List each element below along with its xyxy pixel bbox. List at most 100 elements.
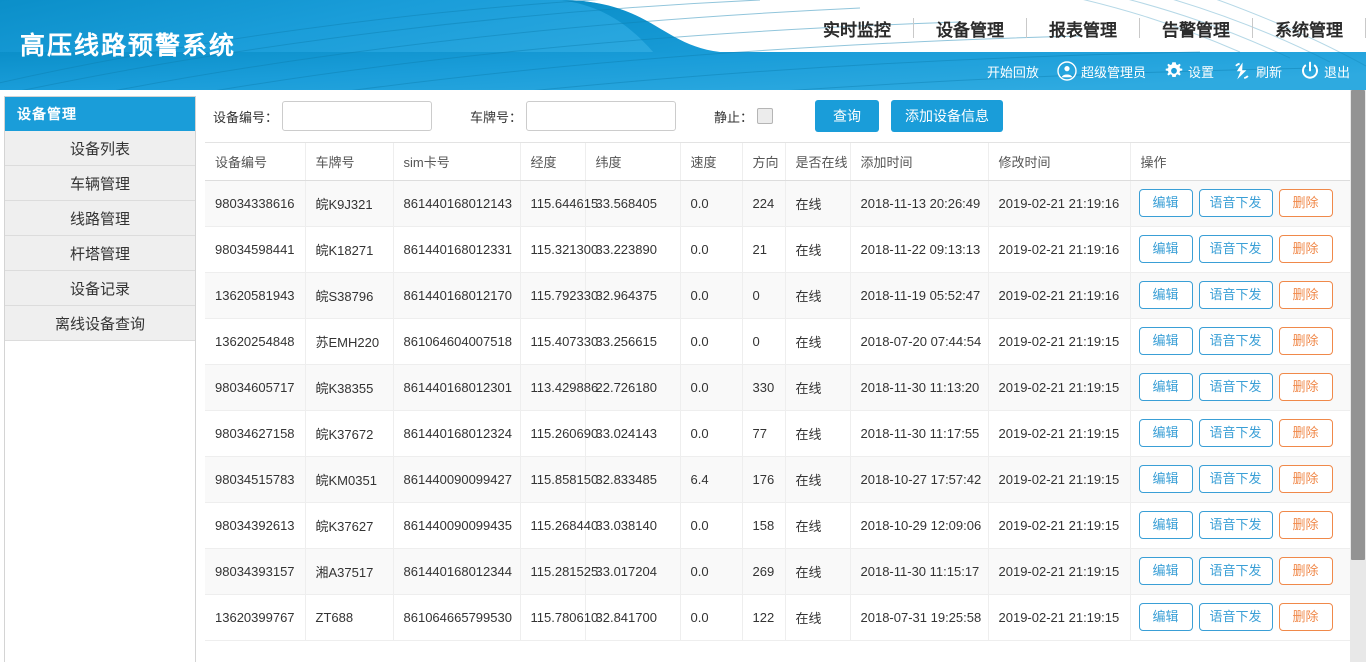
table-row[interactable]: 13620254848苏EMH220861064604007518115.407… [205, 318, 1350, 364]
cell-added-time: 2018-07-31 19:25:58 [850, 594, 988, 640]
nav-item-report[interactable]: 报表管理 [1027, 16, 1139, 41]
cell-plate: 皖S38796 [305, 272, 393, 318]
cell-device-no: 98034605717 [205, 364, 305, 410]
delete-button[interactable]: 删除 [1279, 327, 1333, 355]
delete-button[interactable]: 删除 [1279, 235, 1333, 263]
delete-button[interactable]: 删除 [1279, 281, 1333, 309]
query-button[interactable]: 查询 [815, 100, 879, 132]
cell-modified-time: 2019-02-21 21:19:15 [988, 410, 1130, 456]
cell-online-status: 在线 [785, 594, 850, 640]
nav-item-alarm[interactable]: 告警管理 [1140, 16, 1252, 41]
th-sim[interactable]: sim卡号 [393, 143, 520, 180]
delete-button[interactable]: 删除 [1279, 465, 1333, 493]
sidebar-item-device-records[interactable]: 设备记录 [5, 271, 195, 306]
refresh-button[interactable]: 刷新 [1226, 61, 1288, 81]
edit-button[interactable]: 编辑 [1139, 419, 1193, 447]
cell-sim: 861440168012331 [393, 226, 520, 272]
table-body: 98034338616皖K9J321861440168012143115.644… [205, 180, 1350, 640]
device-no-input[interactable] [282, 101, 432, 131]
edit-button[interactable]: 编辑 [1139, 235, 1193, 263]
operation-buttons: 编辑语音下发删除 [1139, 419, 1351, 447]
table-row[interactable]: 98034392613皖K37627861440090099435115.268… [205, 502, 1350, 548]
logout-button[interactable]: 退出 [1294, 61, 1356, 81]
vertical-scrollbar[interactable] [1350, 90, 1366, 662]
static-checkbox[interactable] [757, 108, 773, 124]
th-added-time[interactable]: 添加时间 [850, 143, 988, 180]
voice-dispatch-button[interactable]: 语音下发 [1199, 557, 1273, 585]
th-online[interactable]: 是否在线 [785, 143, 850, 180]
table-row[interactable]: 98034598441皖K18271861440168012331115.321… [205, 226, 1350, 272]
cell-operations: 编辑语音下发删除 [1130, 456, 1350, 502]
current-user[interactable]: 超级管理员 [1051, 61, 1152, 81]
operation-buttons: 编辑语音下发删除 [1139, 235, 1351, 263]
sidebar-item-line-management[interactable]: 线路管理 [5, 201, 195, 236]
cell-modified-time: 2019-02-21 21:19:15 [988, 548, 1130, 594]
voice-dispatch-button[interactable]: 语音下发 [1199, 281, 1273, 309]
th-modified-time[interactable]: 修改时间 [988, 143, 1130, 180]
th-speed[interactable]: 速度 [680, 143, 742, 180]
voice-dispatch-button[interactable]: 语音下发 [1199, 511, 1273, 539]
scrollbar-thumb[interactable] [1351, 90, 1365, 560]
sidebar-item-offline-device-query[interactable]: 离线设备查询 [5, 306, 195, 341]
edit-button[interactable]: 编辑 [1139, 373, 1193, 401]
cell-direction: 21 [742, 226, 785, 272]
table-row[interactable]: 98034338616皖K9J321861440168012143115.644… [205, 180, 1350, 226]
cell-sim: 861064604007518 [393, 318, 520, 364]
table-row[interactable]: 13620581943皖S38796861440168012170115.792… [205, 272, 1350, 318]
cell-longitude: 115.644615 [520, 180, 585, 226]
th-device-no[interactable]: 设备编号 [205, 143, 305, 180]
plate-input[interactable] [526, 101, 676, 131]
add-device-button[interactable]: 添加设备信息 [891, 100, 1003, 132]
th-operations[interactable]: 操作 [1130, 143, 1350, 180]
voice-dispatch-button[interactable]: 语音下发 [1199, 419, 1273, 447]
sidebar-item-tower-management[interactable]: 杆塔管理 [5, 236, 195, 271]
nav-item-system[interactable]: 系统管理 [1253, 16, 1365, 41]
edit-button[interactable]: 编辑 [1139, 327, 1193, 355]
operation-buttons: 编辑语音下发删除 [1139, 557, 1351, 585]
th-plate[interactable]: 车牌号 [305, 143, 393, 180]
nav-item-realtime[interactable]: 实时监控 [801, 16, 913, 41]
device-table-container: 设备编号 车牌号 sim卡号 经度 纬度 速度 方向 是否在线 添加时间 修改时… [205, 142, 1350, 641]
table-row[interactable]: 13620399767ZT688861064665799530115.78061… [205, 594, 1350, 640]
table-row[interactable]: 98034393157湘A37517861440168012344115.281… [205, 548, 1350, 594]
edit-button[interactable]: 编辑 [1139, 465, 1193, 493]
delete-button[interactable]: 删除 [1279, 511, 1333, 539]
edit-button[interactable]: 编辑 [1139, 189, 1193, 217]
th-direction[interactable]: 方向 [742, 143, 785, 180]
th-latitude[interactable]: 纬度 [585, 143, 680, 180]
cell-device-no: 98034392613 [205, 502, 305, 548]
cell-speed: 0.0 [680, 318, 742, 364]
cell-operations: 编辑语音下发删除 [1130, 226, 1350, 272]
operation-buttons: 编辑语音下发删除 [1139, 373, 1351, 401]
settings-button[interactable]: 设置 [1158, 61, 1220, 81]
delete-button[interactable]: 删除 [1279, 419, 1333, 447]
edit-button[interactable]: 编辑 [1139, 557, 1193, 585]
voice-dispatch-button[interactable]: 语音下发 [1199, 235, 1273, 263]
cell-direction: 224 [742, 180, 785, 226]
sidebar-item-vehicle-management[interactable]: 车辆管理 [5, 166, 195, 201]
table-row[interactable]: 98034605717皖K38355861440168012301113.429… [205, 364, 1350, 410]
edit-button[interactable]: 编辑 [1139, 603, 1193, 631]
voice-dispatch-button[interactable]: 语音下发 [1199, 603, 1273, 631]
delete-button[interactable]: 删除 [1279, 373, 1333, 401]
voice-dispatch-button[interactable]: 语音下发 [1199, 373, 1273, 401]
voice-dispatch-button[interactable]: 语音下发 [1199, 189, 1273, 217]
table-row[interactable]: 98034627158皖K37672861440168012324115.260… [205, 410, 1350, 456]
edit-button[interactable]: 编辑 [1139, 511, 1193, 539]
voice-dispatch-button[interactable]: 语音下发 [1199, 465, 1273, 493]
start-playback-button[interactable]: 开始回放 [981, 62, 1045, 81]
cell-online-status: 在线 [785, 364, 850, 410]
table-row[interactable]: 98034515783皖KM0351861440090099427115.858… [205, 456, 1350, 502]
delete-button[interactable]: 删除 [1279, 189, 1333, 217]
th-longitude[interactable]: 经度 [520, 143, 585, 180]
voice-dispatch-button[interactable]: 语音下发 [1199, 327, 1273, 355]
sidebar-item-device-list[interactable]: 设备列表 [5, 131, 195, 166]
cell-modified-time: 2019-02-21 21:19:15 [988, 318, 1130, 364]
delete-button[interactable]: 删除 [1279, 603, 1333, 631]
edit-button[interactable]: 编辑 [1139, 281, 1193, 309]
cell-direction: 0 [742, 318, 785, 364]
nav-item-device[interactable]: 设备管理 [914, 16, 1026, 41]
delete-button[interactable]: 删除 [1279, 557, 1333, 585]
cell-speed: 0.0 [680, 180, 742, 226]
logout-label: 退出 [1324, 62, 1350, 81]
